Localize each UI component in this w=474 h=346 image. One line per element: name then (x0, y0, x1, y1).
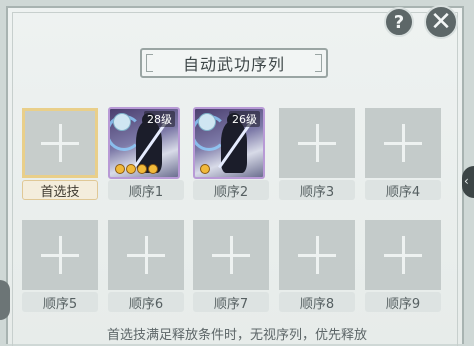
star-icon (137, 164, 147, 174)
close-button[interactable]: ✕ (424, 5, 458, 39)
weapon-type-icon (113, 113, 131, 131)
skill-level: 28级 (144, 111, 175, 127)
slot-order-6[interactable] (108, 220, 184, 290)
weapon-type-icon (198, 113, 216, 131)
page-title: 自动武功序列 (182, 55, 285, 74)
plus-icon-vertical (402, 236, 405, 274)
slot-label-order-4: 顺序4 (365, 180, 441, 200)
skill-level: 26级 (229, 111, 260, 127)
slot-label-order-1: 顺序1 (108, 180, 184, 200)
slot-label-order-6: 顺序6 (108, 292, 184, 312)
skill-card-order-2[interactable]: 26级 (193, 107, 265, 179)
star-icon (200, 164, 210, 174)
slot-label-preferred: 首选技 (22, 180, 98, 200)
star-rating (200, 164, 210, 174)
slot-preferred-skill[interactable] (22, 108, 98, 178)
slot-label-order-8: 顺序8 (279, 292, 355, 312)
plus-icon-vertical (316, 236, 319, 274)
slot-order-4[interactable] (365, 108, 441, 178)
plus-icon-vertical (59, 124, 62, 162)
star-icon (148, 164, 158, 174)
skill-card-order-1[interactable]: 28级 (108, 107, 180, 179)
plus-icon-vertical (402, 124, 405, 162)
star-icon (126, 164, 136, 174)
chevron-left-icon: ‹ (464, 174, 469, 188)
plus-icon-vertical (59, 236, 62, 274)
slot-order-7[interactable] (193, 220, 269, 290)
slot-label-order-9: 顺序9 (365, 292, 441, 312)
slot-label-order-7: 顺序7 (193, 292, 269, 312)
slot-label-order-5: 顺序5 (22, 292, 98, 312)
help-button[interactable]: ? (384, 7, 414, 37)
footer-note: 首选技满足释放条件时，无视序列，优先释放 (106, 328, 367, 343)
plus-icon-vertical (316, 124, 319, 162)
slot-grid: 首选技 28级 顺序1 26级 顺序2 顺序3 顺序4 顺序5 顺序6 顺序7 … (16, 100, 460, 322)
title-banner: 自动武功序列 (140, 48, 328, 78)
slot-label-order-2: 顺序2 (193, 180, 269, 200)
left-edge-handle[interactable] (0, 280, 10, 320)
slot-order-9[interactable] (365, 220, 441, 290)
slot-order-3[interactable] (279, 108, 355, 178)
plus-icon-vertical (230, 236, 233, 274)
plus-icon-vertical (145, 236, 148, 274)
side-collapse-tab[interactable]: ‹ (462, 166, 474, 198)
slot-order-5[interactable] (22, 220, 98, 290)
star-icon (115, 164, 125, 174)
slot-label-order-3: 顺序3 (279, 180, 355, 200)
slot-order-8[interactable] (279, 220, 355, 290)
star-rating (115, 164, 158, 174)
